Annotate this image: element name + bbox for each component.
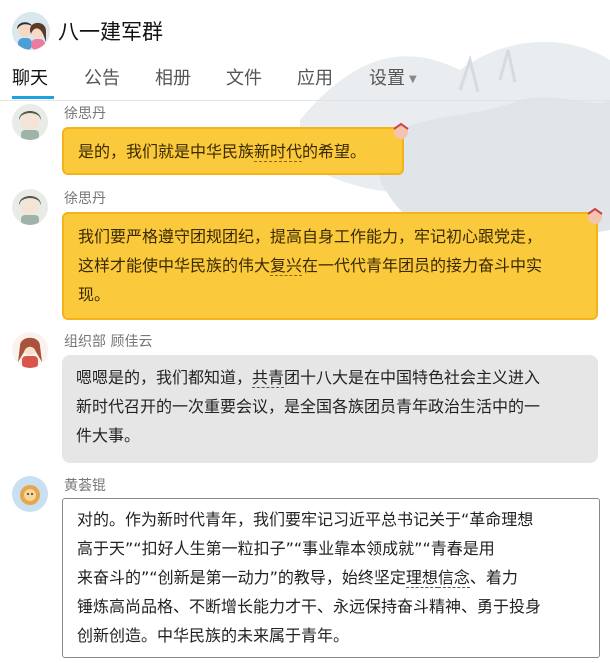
tab-bar: 聊天 公告 相册 文件 应用 设置 ▼ [0, 62, 610, 101]
bubble-decoration-icon [587, 207, 603, 224]
message-line: 嗯嗯是的，我们都知道，共青团十八大是在中国特色社会主义进入 [76, 368, 541, 388]
avatar[interactable] [12, 189, 48, 225]
user-avatar-icon [12, 189, 48, 225]
message-line: 这样才能使中华民族的伟大复兴在一代代青年团员的接力奋斗中实 [78, 256, 543, 276]
caret-down-icon: ▼ [409, 73, 417, 85]
message-line: 对的。作为新时代青年，我们要牢记习近平总书记关于“革命理想 [77, 510, 534, 529]
message-bubble[interactable]: 我们要严格遵守团规团纪，提高自身工作能力，牢记初心跟党走， 这样才能使中华民族的… [62, 212, 598, 320]
tab-chat[interactable]: 聊天 [12, 64, 48, 90]
message-bubble[interactable]: 对的。作为新时代青年，我们要牢记习近平总书记关于“革命理想 高于天”“扣好人生第… [62, 498, 600, 658]
message-bubble[interactable]: 是的，我们就是中华民族新时代的希望。 [62, 127, 404, 175]
message-line: 现。 [78, 285, 111, 304]
sender-name: 黄荟锟 [64, 478, 106, 494]
tab-announcement[interactable]: 公告 [84, 64, 120, 90]
group-title: 八一建军群 [58, 20, 163, 44]
user-avatar-icon [12, 104, 48, 140]
message-line: 来奋斗的”“创新是第一动力”的教导，始终坚定理想信念、着力 [77, 568, 518, 588]
message-line: 创新创造。中华民族的未来属于青年。 [77, 626, 350, 645]
tab-settings-label: 设置 [369, 68, 405, 89]
group-avatar[interactable] [12, 12, 50, 50]
message-item: 组织部 顾佳云 嗯嗯是的，我们都知道，共青团十八大是在中国特色社会主义进入 新时… [0, 328, 610, 468]
user-avatar-icon [12, 476, 48, 512]
avatar[interactable] [12, 476, 48, 512]
message-line: 高于天”“扣好人生第一粒扣子”“事业靠本领成就”“青春是用 [77, 539, 495, 558]
sender-name: 徐思丹 [64, 106, 106, 122]
avatar[interactable] [12, 332, 48, 368]
user-avatar-icon [12, 332, 48, 368]
message-line: 我们要严格遵守团规团纪，提高自身工作能力，牢记初心跟党走， [78, 227, 543, 246]
message-line: 新时代召开的一次重要会议，是全国各族团员青年政治生活中的一 [76, 397, 541, 416]
tab-settings[interactable]: 设置 ▼ [369, 64, 417, 90]
message-bubble[interactable]: 嗯嗯是的，我们都知道，共青团十八大是在中国特色社会主义进入 新时代召开的一次重要… [62, 355, 598, 463]
message-line: 件大事。 [76, 426, 141, 445]
message-text: 是的，我们就是中华民族新时代的希望。 [78, 142, 367, 162]
tab-files[interactable]: 文件 [226, 64, 262, 90]
message-item: 徐思丹 我们要严格遵守团规团纪，提高自身工作能力，牢记初心跟党走， 这样才能使中… [0, 185, 610, 325]
message-item: 徐思丹 是的，我们就是中华民族新时代的希望。 [0, 100, 610, 180]
tab-album[interactable]: 相册 [155, 64, 191, 90]
message-line: 锤炼高尚品格、不断增长能力才干、永远保持奋斗精神、勇于投身 [77, 597, 542, 616]
bubble-decoration-icon [393, 122, 409, 139]
sender-name: 徐思丹 [64, 191, 106, 207]
couple-avatar-icon [12, 12, 50, 50]
active-tab-indicator [12, 96, 54, 99]
avatar[interactable] [12, 104, 48, 140]
sender-name: 组织部 顾佳云 [64, 334, 153, 350]
tab-apps[interactable]: 应用 [297, 64, 333, 90]
chat-header: 八一建军群 聊天 公告 相册 文件 应用 设置 ▼ [0, 0, 610, 101]
message-item: 黄荟锟 对的。作为新时代青年，我们要牢记习近平总书记关于“革命理想 高于天”“扣… [0, 472, 610, 662]
